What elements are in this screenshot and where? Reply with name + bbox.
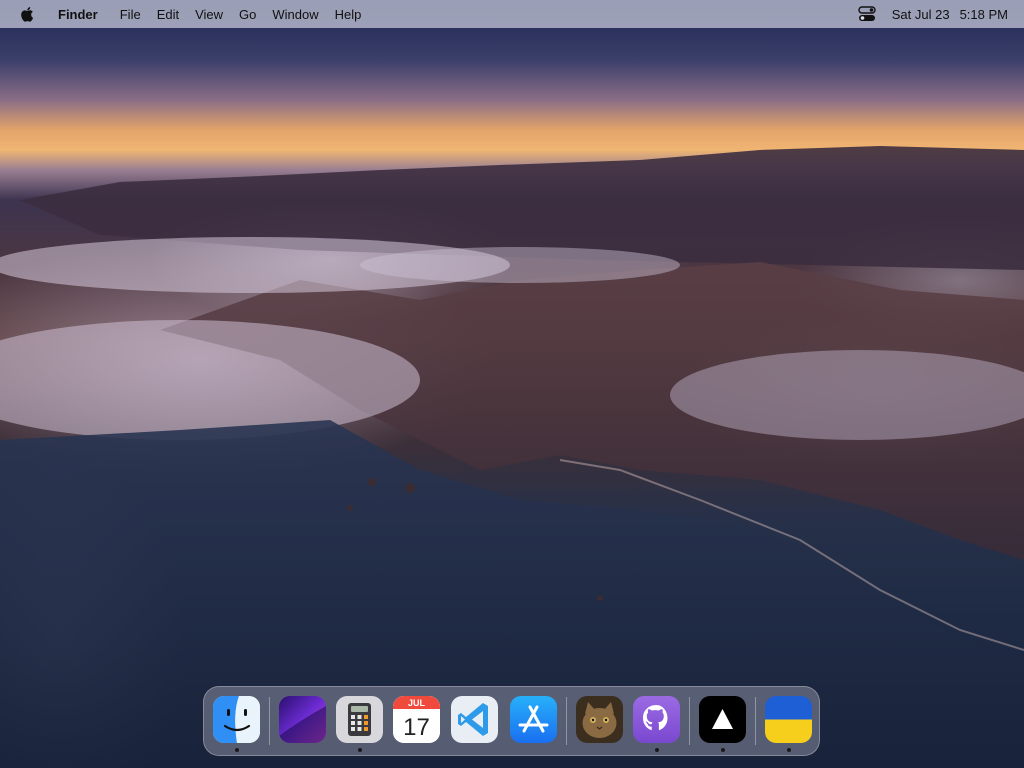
finder-icon bbox=[213, 696, 260, 743]
app-store-icon bbox=[510, 696, 557, 743]
purple-wallpaper-icon bbox=[279, 696, 326, 743]
dock-separator bbox=[689, 697, 690, 745]
desktop[interactable]: Finder File Edit View Go Window Help Sat… bbox=[0, 0, 1024, 768]
dock-separator bbox=[566, 697, 567, 745]
wallpaper bbox=[0, 146, 1024, 768]
dock-item-calendar[interactable]: JUL 17 bbox=[393, 696, 440, 743]
menubar-date[interactable]: Sat Jul 23 bbox=[892, 7, 950, 22]
triangle-icon bbox=[699, 696, 746, 743]
running-indicator bbox=[235, 748, 239, 752]
dock-item-finder[interactable] bbox=[213, 696, 260, 743]
ukraine-flag-icon bbox=[765, 696, 812, 743]
menu-app-finder[interactable]: Finder bbox=[58, 7, 98, 22]
menu-go[interactable]: Go bbox=[239, 7, 256, 22]
dock-separator bbox=[755, 697, 756, 745]
dock-item-vscode[interactable] bbox=[451, 696, 498, 743]
dock-item-github-desktop[interactable] bbox=[633, 696, 680, 743]
apple-logo-icon[interactable] bbox=[20, 5, 36, 23]
dock-item-app-store[interactable] bbox=[510, 696, 557, 743]
menubar-time[interactable]: 5:18 PM bbox=[960, 7, 1008, 22]
dock-item-wallpaper-app[interactable] bbox=[279, 696, 326, 743]
menu-help[interactable]: Help bbox=[335, 7, 362, 22]
cat-photo-icon bbox=[576, 696, 623, 743]
calculator-icon bbox=[336, 696, 383, 743]
menu-window[interactable]: Window bbox=[272, 7, 318, 22]
dock-item-calculator[interactable] bbox=[336, 696, 383, 743]
status-area: Sat Jul 23 5:18 PM bbox=[858, 6, 1008, 22]
running-indicator bbox=[787, 748, 791, 752]
menu-file[interactable]: File bbox=[120, 7, 141, 22]
dock-separator bbox=[269, 697, 270, 745]
dock-item-ukraine-flag[interactable] bbox=[765, 696, 812, 743]
control-center-icon[interactable] bbox=[858, 6, 876, 22]
github-icon bbox=[633, 696, 680, 743]
vscode-icon bbox=[451, 696, 498, 743]
running-indicator bbox=[358, 748, 362, 752]
menu-view[interactable]: View bbox=[195, 7, 223, 22]
calendar-day: 17 bbox=[403, 714, 430, 741]
running-indicator bbox=[721, 748, 725, 752]
calendar-month: JUL bbox=[408, 698, 426, 708]
dock-item-triangle-app[interactable] bbox=[699, 696, 746, 743]
menu-bar: Finder File Edit View Go Window Help Sat… bbox=[0, 0, 1024, 28]
calendar-icon: JUL 17 bbox=[393, 696, 440, 743]
dock-item-cat-photo[interactable] bbox=[576, 696, 623, 743]
dock: JUL 17 bbox=[203, 686, 820, 756]
running-indicator bbox=[655, 748, 659, 752]
menu-edit[interactable]: Edit bbox=[157, 7, 179, 22]
